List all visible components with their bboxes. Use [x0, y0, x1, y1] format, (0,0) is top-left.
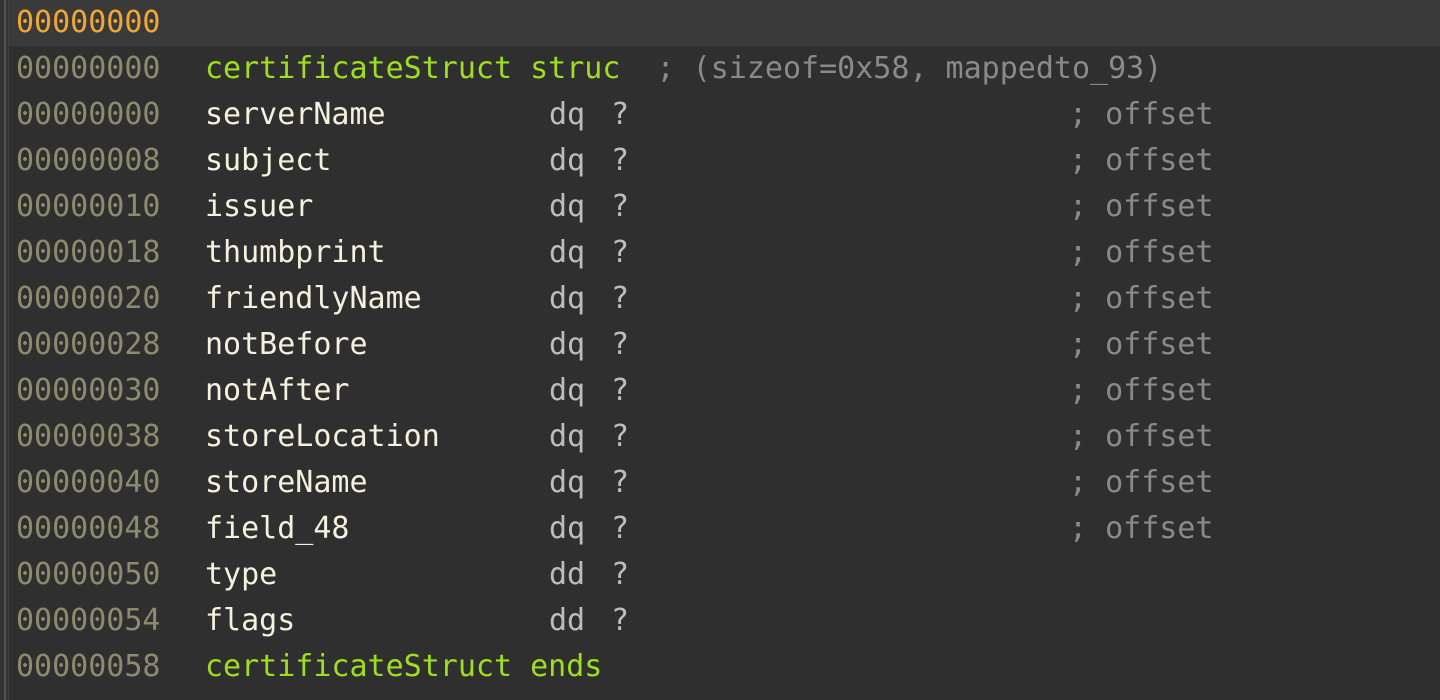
field-name[interactable]: field_48	[205, 506, 350, 552]
field-offset: 00000020	[16, 281, 161, 316]
field-offset: 00000008	[16, 143, 161, 178]
line-address: 00000058	[16, 649, 161, 684]
field-name[interactable]: issuer	[205, 184, 313, 230]
field-row[interactable]: 00000054 flags dd?	[0, 598, 1440, 644]
field-name[interactable]: notBefore	[205, 322, 368, 368]
field-name[interactable]: subject	[205, 138, 331, 184]
field-offset: 00000050	[16, 557, 161, 592]
field-type[interactable]: dd	[549, 552, 585, 598]
field-type[interactable]: dq	[549, 414, 585, 460]
field-comment: ; offset	[1069, 511, 1214, 546]
field-type[interactable]: dq	[549, 276, 585, 322]
struct-open-row[interactable]: 00000000 certificateStruct struc ; (sizeo…	[0, 46, 1440, 92]
field-row[interactable]: 00000048 field_48 dq? ; offset	[0, 506, 1440, 552]
field-value[interactable]: ?	[611, 506, 629, 552]
field-offset: 00000054	[16, 603, 161, 638]
field-offset: 00000040	[16, 465, 161, 500]
field-offset: 00000018	[16, 235, 161, 270]
field-value[interactable]: ?	[611, 460, 629, 506]
field-type[interactable]: dd	[549, 598, 585, 644]
field-value[interactable]: ?	[611, 598, 629, 644]
gutter-divider-line	[4, 0, 6, 700]
field-value[interactable]: ?	[611, 184, 629, 230]
field-type[interactable]: dq	[549, 230, 585, 276]
field-offset: 00000000	[16, 97, 161, 132]
current-address-row[interactable]: 00000000	[0, 0, 1440, 46]
field-value[interactable]: ?	[611, 138, 629, 184]
field-value[interactable]: ?	[611, 322, 629, 368]
current-address: 00000000	[16, 5, 161, 40]
struct-size-comment: ; (sizeof=0x58, mappedto_93)	[656, 51, 1163, 86]
field-type[interactable]: dq	[549, 138, 585, 184]
field-row[interactable]: 00000008 subject dq? ; offset	[0, 138, 1440, 184]
field-type[interactable]: dq	[549, 368, 585, 414]
field-row[interactable]: 00000020 friendlyName dq? ; offset	[0, 276, 1440, 322]
field-comment: ; offset	[1069, 419, 1214, 454]
struct-end-label[interactable]: certificateStruct ends	[205, 644, 602, 690]
field-comment: ; offset	[1069, 373, 1214, 408]
field-comment: ; offset	[1069, 281, 1214, 316]
field-name[interactable]: type	[205, 552, 277, 598]
field-name[interactable]: serverName	[205, 92, 386, 138]
field-comment: ; offset	[1069, 327, 1214, 362]
field-row[interactable]: 00000050 type dd?	[0, 552, 1440, 598]
field-offset: 00000010	[16, 189, 161, 224]
field-value[interactable]: ?	[611, 92, 629, 138]
field-comment: ; offset	[1069, 235, 1214, 270]
field-type[interactable]: dq	[549, 322, 585, 368]
field-row[interactable]: 00000040 storeName dq? ; offset	[0, 460, 1440, 506]
struct-name[interactable]: certificateStruct struc	[205, 51, 620, 86]
field-comment: ; offset	[1069, 143, 1214, 178]
field-type[interactable]: dq	[549, 92, 585, 138]
field-type[interactable]: dq	[549, 184, 585, 230]
struct-declaration: certificateStruct struc ; (sizeof=0x58, …	[205, 46, 1162, 92]
field-name[interactable]: flags	[205, 598, 295, 644]
field-comment: ; offset	[1069, 189, 1214, 224]
field-value[interactable]: ?	[611, 552, 629, 598]
field-type[interactable]: dq	[549, 460, 585, 506]
field-name[interactable]: friendlyName	[205, 276, 422, 322]
field-row[interactable]: 00000018 thumbprint dq? ; offset	[0, 230, 1440, 276]
struct-definition-view[interactable]: 00000000 00000000 certificateStruct struc …	[0, 0, 1440, 700]
field-comment: ; offset	[1069, 97, 1214, 132]
field-row[interactable]: 00000010 issuer dq? ; offset	[0, 184, 1440, 230]
field-offset: 00000048	[16, 511, 161, 546]
field-row[interactable]: 00000028 notBefore dq? ; offset	[0, 322, 1440, 368]
listing-lines: 00000000 00000000 certificateStruct struc …	[0, 0, 1440, 690]
field-name[interactable]: notAfter	[205, 368, 350, 414]
field-value[interactable]: ?	[611, 230, 629, 276]
field-name[interactable]: storeName	[205, 460, 368, 506]
struct-close-row[interactable]: 00000058 certificateStruct ends	[0, 644, 1440, 690]
field-offset: 00000028	[16, 327, 161, 362]
field-type[interactable]: dq	[549, 506, 585, 552]
field-value[interactable]: ?	[611, 368, 629, 414]
field-offset: 00000038	[16, 419, 161, 454]
field-row[interactable]: 00000000 serverName dq? ; offset	[0, 92, 1440, 138]
line-address: 00000000	[16, 51, 161, 86]
field-row[interactable]: 00000030 notAfter dq? ; offset	[0, 368, 1440, 414]
field-value[interactable]: ?	[611, 276, 629, 322]
field-comment: ; offset	[1069, 465, 1214, 500]
field-name[interactable]: thumbprint	[205, 230, 386, 276]
field-name[interactable]: storeLocation	[205, 414, 440, 460]
field-value[interactable]: ?	[611, 414, 629, 460]
field-row[interactable]: 00000038 storeLocation dq? ; offset	[0, 414, 1440, 460]
field-offset: 00000030	[16, 373, 161, 408]
